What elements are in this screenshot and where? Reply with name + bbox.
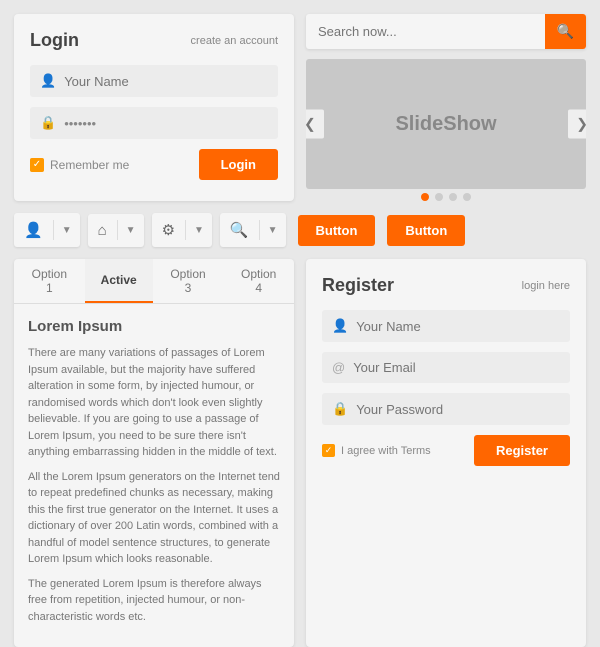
lock-icon: 🔒	[40, 115, 56, 131]
register-title: Register	[322, 275, 394, 296]
tab-body: Lorem Ipsum There are many variations of…	[14, 304, 294, 647]
content-paragraph-2: All the Lorem Ipsum generators on the In…	[28, 469, 280, 568]
slide-dot-4[interactable]	[463, 193, 471, 201]
reg-email-input[interactable]	[353, 360, 560, 375]
gear-dropdown-btn[interactable]: ▼	[186, 217, 212, 244]
toolbar-button-1[interactable]: Button	[298, 215, 376, 246]
slide-dot-1[interactable]	[421, 193, 429, 201]
reg-user-icon: 👤	[332, 318, 348, 334]
search-bar: 🔍	[306, 14, 586, 49]
slide-next-button[interactable]: ❯	[568, 110, 586, 139]
settings-toolbar-group: ⚙ ▼	[152, 213, 212, 247]
tab-active[interactable]: Active	[85, 259, 153, 303]
remember-checkbox[interactable]: ✓	[30, 158, 44, 172]
right-top-section: 🔍 ❮ SlideShow ❯	[306, 14, 586, 201]
password-input[interactable]	[64, 116, 268, 131]
reg-email-group: @	[322, 352, 570, 383]
register-button[interactable]: Register	[474, 435, 570, 466]
tab-option3[interactable]: Option 3	[153, 259, 224, 303]
slideshow-label: SlideShow	[395, 113, 496, 136]
tabs-header: Option 1 Active Option 3 Option 4	[14, 259, 294, 304]
gear-toolbar-icon[interactable]: ⚙	[152, 213, 185, 247]
slide-dots	[306, 193, 586, 201]
toolbar-row: 👤 ▼ ⌂ ▼ ⚙ ▼ 🔍 ▼ Button Button	[14, 213, 586, 247]
user-dropdown-btn[interactable]: ▼	[54, 217, 80, 244]
agree-checkbox[interactable]: ✓	[322, 444, 335, 457]
register-footer: ✓ I agree with Terms Register	[322, 435, 570, 466]
slide-dot-2[interactable]	[435, 193, 443, 201]
toolbar-button-2[interactable]: Button	[387, 215, 465, 246]
slideshow-wrapper: ❮ SlideShow ❯	[306, 59, 586, 201]
create-account-link[interactable]: create an account	[191, 35, 278, 47]
register-header: Register login here	[322, 275, 570, 296]
login-here-link[interactable]: login here	[522, 280, 570, 292]
register-panel: Register login here 👤 @ 🔒 ✓ I agree with…	[306, 259, 586, 647]
reg-password-group: 🔒	[322, 393, 570, 425]
reg-password-input[interactable]	[356, 402, 560, 417]
content-title: Lorem Ipsum	[28, 318, 280, 335]
reg-lock-icon: 🔒	[332, 401, 348, 417]
home-toolbar-group: ⌂ ▼	[88, 214, 144, 247]
slide-prev-button[interactable]: ❮	[306, 110, 324, 139]
username-input-group: 👤	[30, 65, 278, 97]
search-input[interactable]	[306, 15, 545, 48]
tab-option4[interactable]: Option 4	[223, 259, 294, 303]
search-button[interactable]: 🔍	[545, 14, 586, 49]
remember-me-group: ✓ Remember me	[30, 158, 129, 172]
login-footer: ✓ Remember me Login	[30, 149, 278, 180]
tab-option1[interactable]: Option 1	[14, 259, 85, 303]
remember-label: Remember me	[50, 158, 129, 172]
login-panel: Login create an account 👤 🔒 ✓ Remember m…	[14, 14, 294, 201]
login-button[interactable]: Login	[199, 149, 278, 180]
user-toolbar-group: 👤 ▼	[14, 213, 80, 247]
content-paragraph-1: There are many variations of passages of…	[28, 345, 280, 461]
user-icon: 👤	[40, 73, 56, 89]
tabs-content-panel: Option 1 Active Option 3 Option 4 Lorem …	[14, 259, 294, 647]
agree-terms-group: ✓ I agree with Terms	[322, 444, 431, 457]
slide-dot-3[interactable]	[449, 193, 457, 201]
content-paragraph-3: The generated Lorem Ipsum is therefore a…	[28, 576, 280, 626]
slideshow-container: ❮ SlideShow ❯	[306, 59, 586, 189]
username-input[interactable]	[64, 74, 268, 89]
reg-name-input[interactable]	[356, 319, 560, 334]
user-toolbar-icon[interactable]: 👤	[14, 213, 53, 247]
login-header: Login create an account	[30, 30, 278, 51]
search-dropdown-btn[interactable]: ▼	[260, 217, 286, 244]
home-toolbar-icon[interactable]: ⌂	[88, 214, 117, 247]
home-dropdown-btn[interactable]: ▼	[118, 217, 144, 244]
password-input-group: 🔒	[30, 107, 278, 139]
search-toolbar-icon[interactable]: 🔍	[220, 213, 259, 247]
login-title: Login	[30, 30, 79, 51]
reg-email-icon: @	[332, 360, 345, 375]
reg-name-group: 👤	[322, 310, 570, 342]
search-toolbar-group: 🔍 ▼	[220, 213, 286, 247]
agree-label: I agree with Terms	[341, 445, 431, 457]
bottom-row: Option 1 Active Option 3 Option 4 Lorem …	[14, 259, 586, 647]
